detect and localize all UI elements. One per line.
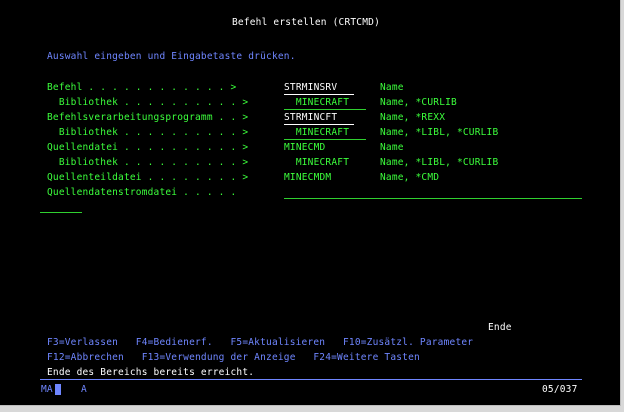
hint-bibliothek-3: Name, *LIBL, *CURLIB — [380, 157, 499, 168]
programm-input[interactable]: STRMINCFT — [284, 112, 354, 125]
instruction-text: Auswahl eingeben und Eingabetaste drücke… — [47, 51, 296, 62]
bibliothek-input-2[interactable]: MINECRAFT — [284, 127, 366, 140]
terminal-screen: Befehl erstellen (CRTCMD) Auswahl eingeb… — [0, 0, 621, 406]
end-marker: Ende — [488, 322, 512, 333]
hint-bibliothek-1: Name, *CURLIB — [380, 97, 457, 108]
label-bibliothek-3: Bibliothek . . . . . . . . . . > — [47, 157, 249, 168]
label-bibliothek-2: Bibliothek . . . . . . . . . . > — [47, 127, 249, 138]
hint-quellenteildatei: Name, *CMD — [380, 172, 440, 183]
bibliothek-input-1[interactable]: MINECRAFT — [284, 97, 366, 110]
hint-quellendatei: Name — [380, 142, 404, 153]
hint-bibliothek-2: Name, *LIBL, *CURLIB — [380, 127, 499, 138]
page-title: Befehl erstellen (CRTCMD) — [232, 17, 380, 28]
quellenteildatei-input[interactable]: MINECMDM — [284, 172, 354, 185]
quellendatei-input[interactable]: MINECMD — [284, 142, 354, 155]
label-befehl: Befehl . . . . . . . . . . . . > — [47, 82, 237, 93]
hint-befehl: Name — [380, 82, 404, 93]
label-befehlsverarbeitungsprogramm: Befehlsverarbeitungsprogramm . . > — [47, 112, 249, 123]
status-message: Ende des Bereichs bereits erreicht. — [47, 367, 255, 378]
continuation-field[interactable] — [40, 200, 82, 213]
status-mode: MA — [41, 384, 53, 395]
bibliothek-input-3[interactable]: MINECRAFT — [284, 157, 366, 170]
status-session: A — [81, 384, 87, 395]
hint-programm: Name, *REXX — [380, 112, 446, 123]
label-quellendatei: Quellendatei . . . . . . . . . . > — [47, 142, 249, 153]
function-keys-line-1: F3=Verlassen F4=Bedienerf. F5=Aktualisie… — [47, 337, 474, 348]
label-bibliothek-1: Bibliothek . . . . . . . . . . > — [47, 97, 249, 108]
status-separator — [40, 379, 582, 380]
cursor-indicator — [55, 384, 61, 395]
befehl-input[interactable]: STRMINSRV — [284, 82, 354, 95]
cursor-position: 05/037 — [542, 384, 578, 395]
label-quellenteildatei: Quellenteildatei . . . . . . . . > — [47, 172, 249, 183]
function-keys-line-2: F12=Abbrechen F13=Verwendung der Anzeige… — [47, 352, 420, 363]
label-quellendatenstromdatei: Quellendatenstromdatei . . . . . — [47, 187, 237, 198]
quellendatenstromdatei-input[interactable] — [284, 186, 582, 199]
